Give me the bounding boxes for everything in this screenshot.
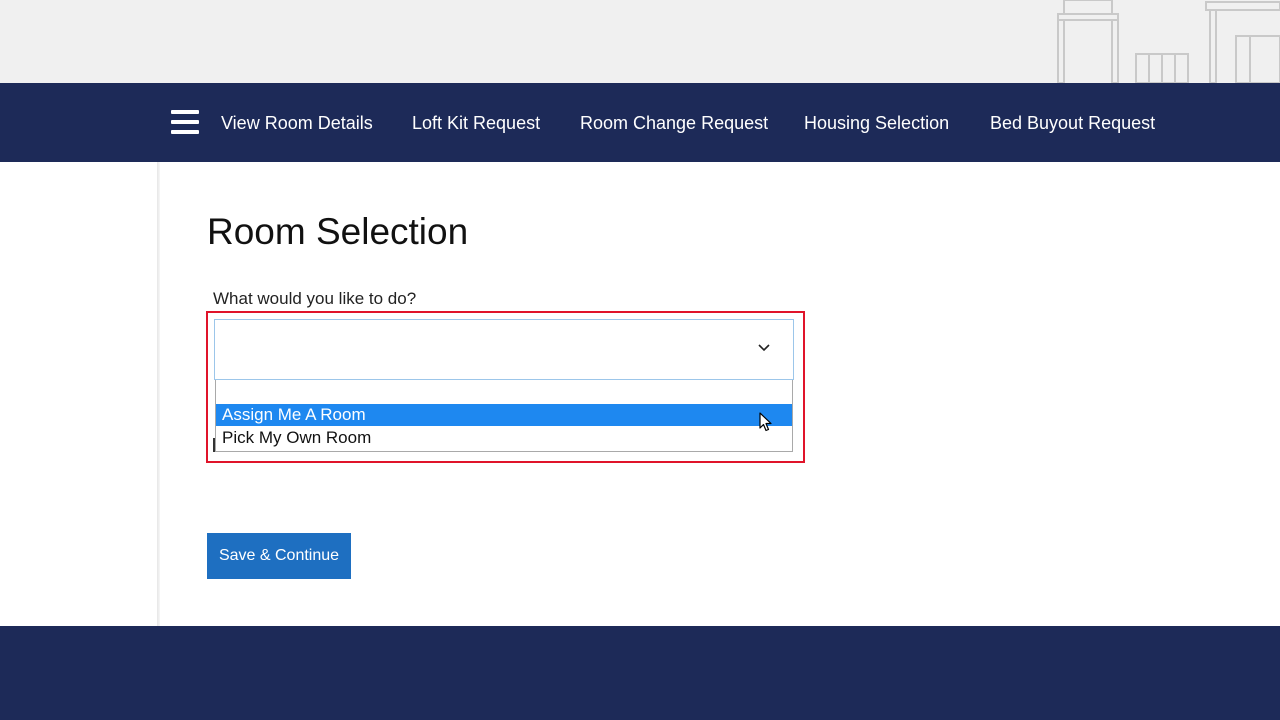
nav-link-bed-buyout-request[interactable]: Bed Buyout Request	[990, 111, 1155, 135]
chevron-down-icon	[758, 344, 770, 352]
mouse-pointer-icon	[759, 412, 772, 432]
page-footer	[0, 626, 1280, 720]
action-select[interactable]	[214, 319, 794, 380]
top-banner	[0, 0, 1280, 83]
page-title: Room Selection	[207, 211, 469, 252]
nav-link-view-room-details[interactable]: View Room Details	[221, 111, 373, 135]
campus-building-illustration	[1057, 0, 1280, 83]
hamburger-menu-icon[interactable]	[171, 110, 199, 134]
save-and-continue-button[interactable]: Save & Continue	[207, 533, 351, 579]
content-panel-edge	[157, 162, 160, 626]
question-label: What would you like to do?	[213, 289, 417, 308]
nav-link-loft-kit-request[interactable]: Loft Kit Request	[412, 111, 540, 135]
select-dropdown-list: Assign Me A Room Pick My Own Room	[215, 380, 793, 452]
nav-link-room-change-request[interactable]: Room Change Request	[580, 111, 768, 135]
nav-link-housing-selection[interactable]: Housing Selection	[804, 111, 949, 135]
select-option-blank[interactable]	[216, 382, 792, 404]
select-option-pick-my-own-room[interactable]: Pick My Own Room	[216, 427, 792, 449]
select-option-assign-me-a-room[interactable]: Assign Me A Room	[216, 404, 792, 426]
